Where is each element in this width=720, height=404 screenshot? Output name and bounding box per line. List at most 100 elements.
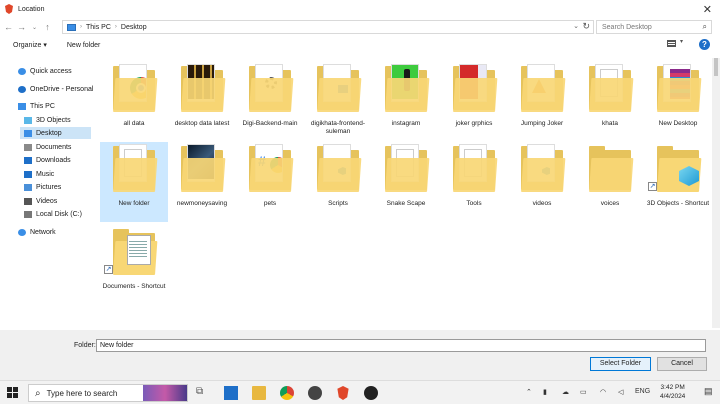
title-bar: Location ✕ — [0, 0, 720, 18]
folder-name: voices — [600, 200, 620, 207]
chevron-right-icon[interactable]: › — [115, 24, 117, 30]
breadcrumb-desktop[interactable]: Desktop — [121, 24, 147, 31]
taskbar-search-placeholder: Type here to search — [46, 388, 118, 398]
file-explorer-icon[interactable] — [252, 386, 266, 400]
onedrive-icon[interactable]: ☁ — [562, 388, 569, 396]
recent-dropdown-icon[interactable]: ⌄ — [28, 24, 41, 31]
folder-name: 3D Objects - Shortcut — [646, 200, 710, 207]
sidebar-item-onedrive-personal[interactable]: OneDrive - Personal — [18, 83, 93, 95]
new-folder-button[interactable]: New folder — [67, 42, 100, 49]
folder-icon — [385, 144, 430, 192]
windows-start-icon[interactable] — [7, 387, 18, 398]
refresh-icon[interactable]: ↻ — [582, 21, 590, 32]
taskbar-search-input[interactable]: ⌕ Type here to search — [28, 384, 188, 402]
sidebar-item-this-pc[interactable]: This PC — [18, 100, 55, 112]
clock[interactable]: 3:42 PM 4/4/2024 — [660, 383, 685, 401]
folder-name: digikhata-frontend-suleman — [310, 120, 366, 135]
folder-item[interactable]: all data — [100, 62, 168, 142]
organize-button[interactable]: Organize ▾ — [13, 41, 47, 49]
sidebar-item-3d-objects[interactable]: 3D Objects — [24, 114, 71, 126]
chevron-right-icon[interactable]: › — [80, 24, 82, 30]
sidebar-item-downloads[interactable]: Downloads — [24, 154, 71, 166]
folder-item[interactable]: New Desktop — [644, 62, 712, 142]
folder-icon — [657, 64, 702, 112]
folder-item[interactable]: instagram — [372, 62, 440, 142]
scrollbar[interactable] — [712, 58, 720, 328]
sidebar-item-documents[interactable]: Documents — [24, 141, 71, 153]
mail-app-icon[interactable] — [224, 386, 238, 400]
scrollbar-thumb[interactable] — [714, 58, 718, 76]
volume-icon[interactable]: ◁ — [618, 388, 623, 396]
folder-icon: # — [249, 144, 294, 192]
cancel-button[interactable]: Cancel — [657, 357, 707, 371]
brave-icon[interactable] — [337, 386, 349, 400]
folder-item[interactable]: desktop data latest — [168, 62, 236, 142]
folder-name: khata — [602, 120, 618, 127]
select-folder-button[interactable]: Select Folder — [590, 357, 651, 371]
wifi-icon[interactable]: ◠ — [600, 388, 606, 396]
folder-item[interactable]: voices — [576, 142, 644, 222]
sidebar-item-desktop[interactable]: Desktop — [20, 127, 91, 139]
folder-icon — [453, 144, 498, 192]
folder-item[interactable]: digikhata-frontend-suleman — [304, 62, 372, 142]
sidebar-item-pictures[interactable]: Pictures — [24, 181, 61, 193]
shortcut-target-thumbnail — [663, 148, 699, 186]
chevron-down-icon[interactable]: ▾ — [680, 38, 683, 45]
breadcrumb[interactable]: › This PC › Desktop ⌄ ↻ — [62, 20, 594, 34]
folder-item[interactable]: New folder — [100, 142, 168, 222]
folder-icon — [385, 64, 430, 112]
task-view-icon[interactable]: ⧉ — [196, 386, 210, 400]
chevron-up-icon[interactable]: ⌃ — [526, 388, 532, 396]
folder-icon — [181, 144, 226, 192]
picture-icon — [24, 183, 32, 191]
sidebar-item-label: 3D Objects — [36, 116, 71, 124]
folder-item[interactable]: Scripts — [304, 142, 372, 222]
chrome-icon[interactable] — [280, 386, 294, 400]
folder-item[interactable]: videos — [508, 142, 576, 222]
sidebar-item-music[interactable]: Music — [24, 168, 54, 180]
folder-item[interactable]: ↗ 3D Objects - Shortcut — [644, 142, 712, 222]
app-icon[interactable] — [308, 386, 322, 400]
back-arrow-icon[interactable]: ← — [2, 22, 15, 32]
folder-name: Snake Scape — [386, 200, 426, 207]
folder-item[interactable]: joker grphics — [440, 62, 508, 142]
folder-item[interactable]: newmoneysaving — [168, 142, 236, 222]
mic-icon[interactable]: ▮ — [543, 388, 547, 396]
breadcrumb-this-pc[interactable]: This PC — [86, 24, 111, 31]
folder-item[interactable]: Snake Scape — [372, 142, 440, 222]
folder-name-field[interactable]: New folder — [96, 339, 706, 352]
view-options-icon[interactable] — [667, 40, 676, 47]
chevron-down-icon[interactable]: ⌄ — [573, 22, 579, 30]
close-button[interactable]: ✕ — [703, 3, 712, 16]
folder-item[interactable]: khata — [576, 62, 644, 142]
sidebar-item-label: Videos — [36, 197, 58, 205]
battery-icon[interactable]: ▭ — [580, 388, 587, 396]
help-icon[interactable]: ? — [699, 39, 710, 50]
folder-item[interactable]: # pets — [236, 142, 304, 222]
sidebar-item-label: Documents — [36, 143, 72, 151]
notification-icon[interactable]: ▤ — [704, 386, 713, 397]
sidebar-item-label: Quick access — [30, 67, 72, 75]
sidebar-item-network[interactable]: Network — [18, 226, 56, 238]
folder-icon — [589, 64, 634, 112]
document-icon — [24, 143, 32, 151]
up-arrow-icon[interactable]: ↑ — [41, 22, 54, 32]
folder-item[interactable]: Jumping Joker — [508, 62, 576, 142]
sidebar-item-label: This PC — [30, 102, 55, 110]
folder-item[interactable]: Tools — [440, 142, 508, 222]
folder-icon — [113, 64, 158, 112]
app-icon[interactable] — [364, 386, 378, 400]
folder-name: Documents - Shortcut — [102, 283, 166, 290]
forward-arrow-icon[interactable]: → — [15, 22, 28, 32]
folder-item[interactable]: ↗ Documents - Shortcut — [100, 225, 168, 305]
address-row: ← → ⌄ ↑ › This PC › Desktop ⌄ ↻ Search D… — [0, 18, 720, 36]
sidebar-item-local-disk-c-[interactable]: Local Disk (C:) — [24, 208, 82, 220]
sidebar-item-videos[interactable]: Videos — [24, 195, 57, 207]
download-icon — [24, 156, 32, 164]
folder-name: New Desktop — [658, 120, 698, 127]
sidebar-item-quick-access[interactable]: Quick access — [18, 65, 72, 77]
folder-item[interactable]: Digi-Backend-main — [236, 62, 304, 142]
search-input[interactable]: Search Desktop ⌕ — [596, 20, 712, 34]
language-indicator[interactable]: ENG — [635, 388, 650, 395]
shortcut-target-thumbnail — [119, 231, 151, 265]
